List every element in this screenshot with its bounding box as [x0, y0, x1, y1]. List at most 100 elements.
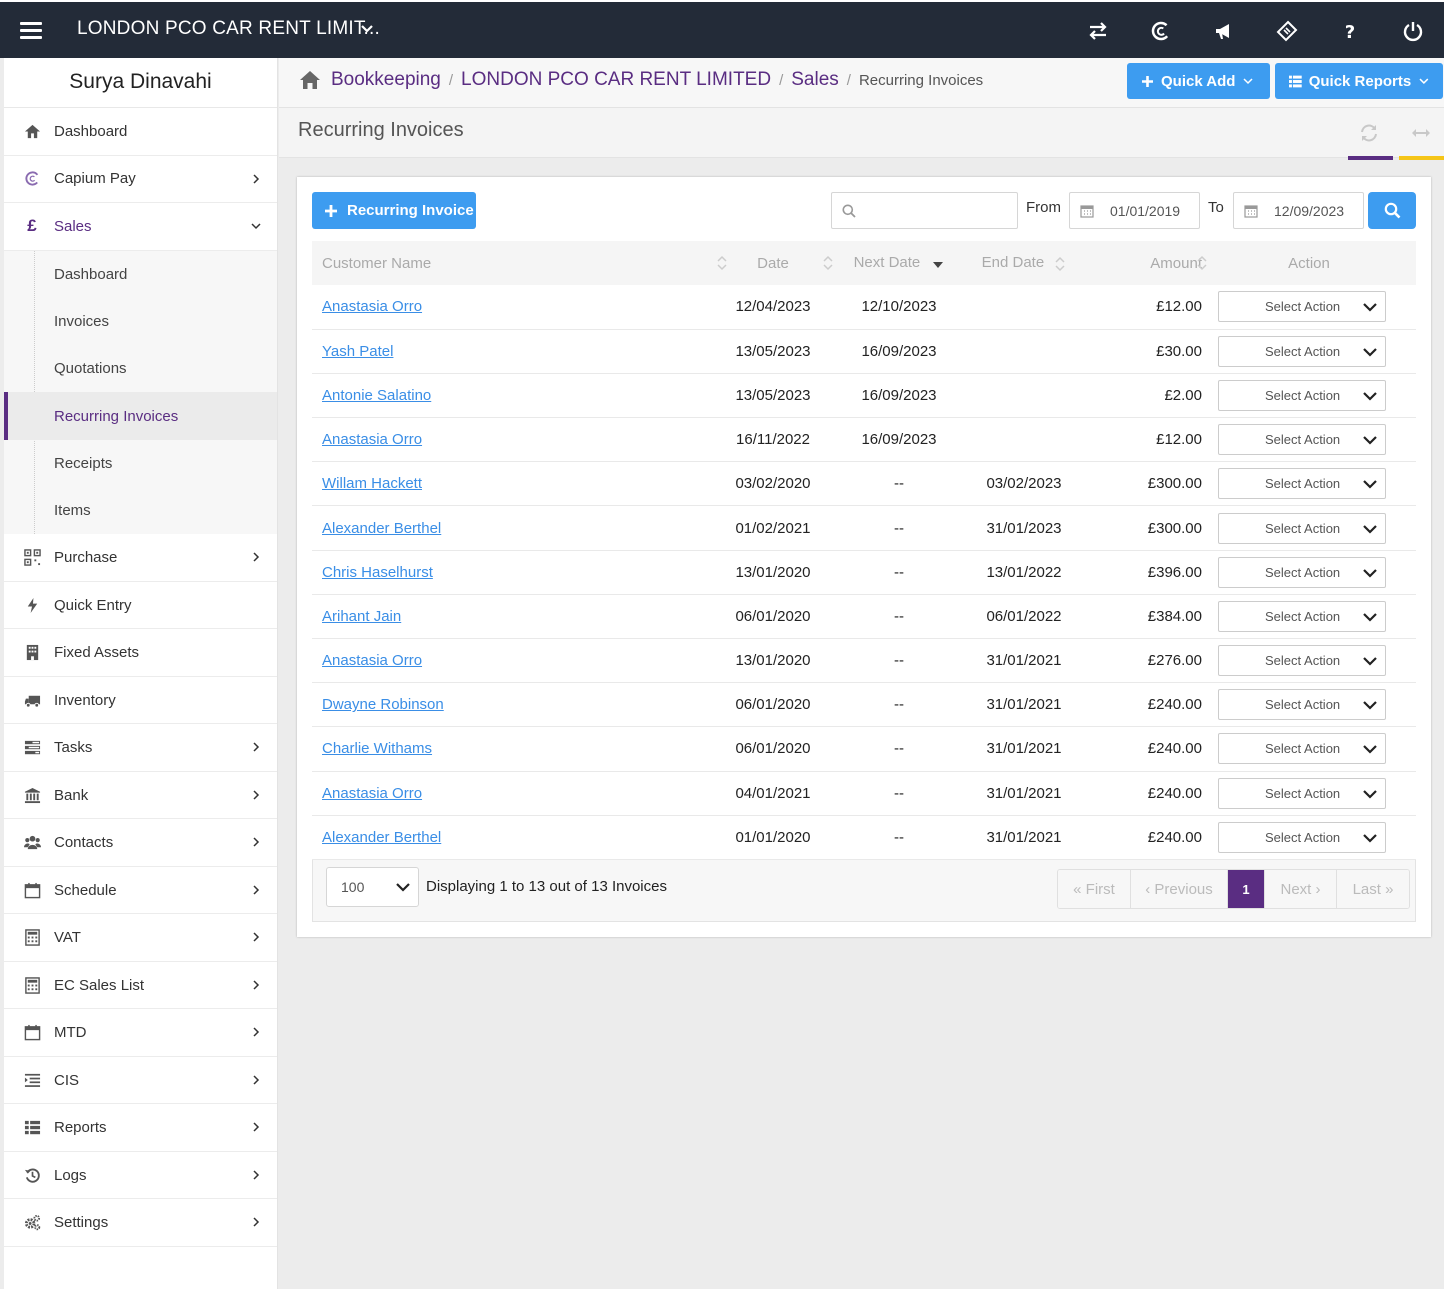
customer-link[interactable]: Antonie Salatino [322, 387, 431, 404]
customer-link[interactable]: Alexander Berthel [322, 520, 441, 537]
sidebar-item-logs[interactable]: Logs [4, 1152, 277, 1200]
calendar-icon [1080, 205, 1094, 218]
help-icon[interactable]: ? [1318, 2, 1381, 60]
select-action-dropdown[interactable]: Select Action [1218, 335, 1386, 367]
home-icon[interactable] [299, 70, 321, 90]
sidebar-item-dashboard[interactable]: Dashboard [4, 108, 277, 156]
cell-action: Select Action [1202, 815, 1416, 859]
select-action-dropdown[interactable]: Select Action [1218, 424, 1386, 456]
pager-first[interactable]: « First [1058, 870, 1131, 908]
select-action-dropdown[interactable]: Select Action [1218, 468, 1386, 500]
customer-link[interactable]: Anastasia Orro [322, 652, 422, 669]
pager-page-1[interactable]: 1 [1228, 870, 1265, 908]
refresh-icon[interactable] [1358, 122, 1380, 144]
sort-icon [823, 255, 833, 271]
select-action-dropdown[interactable]: Select Action [1218, 291, 1386, 323]
submenu-item-recurring-invoices[interactable]: Recurring Invoices [4, 392, 277, 440]
select-action-dropdown[interactable]: Select Action [1218, 512, 1386, 544]
megaphone-icon[interactable] [1192, 2, 1255, 60]
cell-action: Select Action [1202, 418, 1416, 462]
select-action-dropdown[interactable]: Select Action [1218, 733, 1386, 765]
breadcrumb-company[interactable]: LONDON PCO CAR RENT LIMITED [461, 69, 771, 91]
customer-link[interactable]: Charlie Withams [322, 740, 432, 757]
sidebar-item-tasks[interactable]: Tasks [4, 724, 277, 772]
page-size-select[interactable]: 100 [326, 867, 419, 907]
customer-link[interactable]: Arihant Jain [322, 608, 401, 625]
customer-link[interactable]: Dwayne Robinson [322, 696, 444, 713]
new-recurring-invoice-button[interactable]: Recurring Invoice [312, 192, 476, 229]
sidebar-item-inventory[interactable]: Inventory [4, 677, 277, 725]
ticket-icon[interactable] [1255, 2, 1318, 60]
customer-link[interactable]: Yash Patel [322, 343, 393, 360]
sidebar-item-schedule[interactable]: Schedule [4, 867, 277, 915]
submenu-item-quotations[interactable]: Quotations [4, 345, 277, 392]
column-next-date[interactable]: Next Date [836, 241, 962, 285]
breadcrumb-bookkeeping[interactable]: Bookkeeping [331, 69, 441, 91]
transfer-icon[interactable] [1066, 2, 1129, 60]
gears-icon [22, 1213, 42, 1233]
sidebar-item-sales[interactable]: £ Sales [4, 203, 277, 251]
cell-end-date [962, 418, 1086, 462]
hamburger-menu-icon[interactable] [20, 22, 42, 40]
chevron-down-icon[interactable] [360, 22, 374, 36]
pager-next[interactable]: Next › [1265, 870, 1337, 908]
select-action-dropdown[interactable]: Select Action [1218, 821, 1386, 853]
pager-last[interactable]: Last » [1337, 870, 1409, 908]
company-selector[interactable]: LONDON PCO CAR RENT LIMIT... [77, 18, 380, 40]
breadcrumb-sales[interactable]: Sales [791, 69, 839, 91]
sidebar-item-settings[interactable]: Settings [4, 1199, 277, 1247]
chevron-down-icon [1363, 524, 1377, 534]
select-action-dropdown[interactable]: Select Action [1218, 777, 1386, 809]
sidebar-item-fixed-assets[interactable]: Fixed Assets [4, 629, 277, 677]
select-action-dropdown[interactable]: Select Action [1218, 379, 1386, 411]
column-date[interactable]: Date [710, 241, 836, 285]
sidebar-item-cis[interactable]: CIS [4, 1057, 277, 1105]
power-icon[interactable] [1381, 2, 1444, 60]
sidebar-item-reports[interactable]: Reports [4, 1104, 277, 1152]
breadcrumb-bar: Bookkeeping / LONDON PCO CAR RENT LIMITE… [279, 58, 1444, 108]
submenu-item-dashboard[interactable]: Dashboard [4, 251, 277, 298]
sidebar-item-bank[interactable]: Bank [4, 772, 277, 820]
customer-link[interactable]: Willam Hackett [322, 475, 422, 492]
calendar-icon [22, 1023, 42, 1043]
customer-link[interactable]: Anastasia Orro [322, 431, 422, 448]
sidebar-item-ec-sales-list[interactable]: EC Sales List [4, 962, 277, 1010]
sidebar-item-capium-pay[interactable]: Capium Pay [4, 156, 277, 203]
select-action-dropdown[interactable]: Select Action [1218, 556, 1386, 588]
submenu-item-invoices[interactable]: Invoices [4, 298, 277, 345]
quick-add-button[interactable]: Quick Add [1127, 63, 1270, 99]
user-name: Surya Dinavahi [4, 58, 277, 108]
customer-link[interactable]: Alexander Berthel [322, 829, 441, 846]
from-date-field[interactable]: 01/01/2019 [1069, 192, 1200, 229]
table-row: Anastasia Orro 04/01/2021 -- 31/01/2021 £240… [312, 771, 1416, 816]
customer-link[interactable]: Chris Haselhurst [322, 564, 433, 581]
search-button[interactable] [1368, 192, 1416, 229]
customer-link[interactable]: Anastasia Orro [322, 298, 422, 315]
sidebar-item-contacts[interactable]: Contacts [4, 819, 277, 867]
sidebar-item-vat[interactable]: VAT [4, 914, 277, 962]
column-amount[interactable]: Amount [1086, 241, 1207, 285]
pager-previous[interactable]: ‹ Previous [1131, 870, 1228, 908]
select-action-dropdown[interactable]: Select Action [1218, 600, 1386, 632]
column-customer-name[interactable]: Customer Name [312, 241, 727, 285]
submenu-item-items[interactable]: Items [4, 487, 277, 534]
sidebar-item-mtd[interactable]: MTD [4, 1009, 277, 1057]
expand-icon[interactable] [1410, 122, 1432, 144]
quick-reports-button[interactable]: Quick Reports [1275, 63, 1443, 99]
customer-link[interactable]: Anastasia Orro [322, 785, 422, 802]
cell-date: 03/02/2020 [735, 475, 811, 493]
column-end-date[interactable]: End Date [962, 241, 1086, 285]
cell-customer-name: Arihant Jain [312, 594, 710, 638]
cell-action: Select Action [1202, 550, 1416, 594]
submenu-item-receipts[interactable]: Receipts [4, 440, 277, 487]
plus-icon [1142, 75, 1153, 87]
to-date-field[interactable]: 12/09/2023 [1233, 192, 1364, 229]
sidebar-item-purchase[interactable]: Purchase [4, 534, 277, 582]
search-input[interactable] [831, 192, 1018, 229]
select-action-dropdown[interactable]: Select Action [1218, 689, 1386, 721]
calculator-icon [22, 975, 42, 995]
select-action-dropdown[interactable]: Select Action [1218, 645, 1386, 677]
capium-icon[interactable] [1129, 2, 1192, 60]
sidebar-item-quick-entry[interactable]: Quick Entry [4, 582, 277, 630]
cell-action: Select Action [1202, 462, 1416, 506]
